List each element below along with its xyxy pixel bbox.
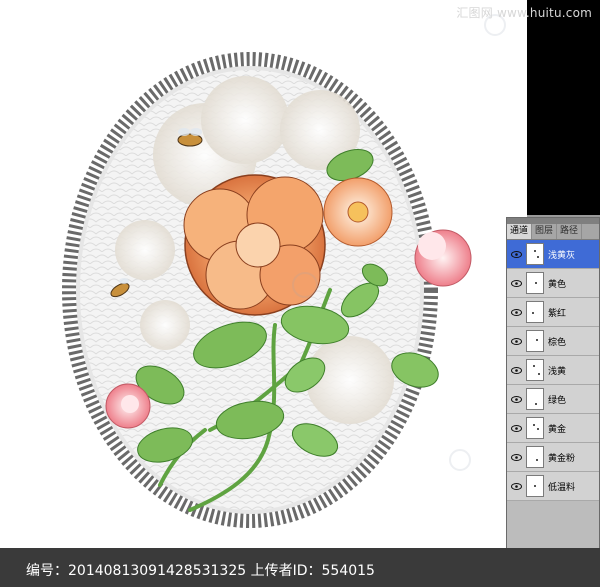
eye-icon[interactable] [510,451,523,463]
channel-row[interactable]: 浅黄灰 [507,240,599,269]
channel-label: 黄金粉 [548,453,576,464]
tab-layers[interactable]: 图层 [532,224,558,239]
eye-icon[interactable] [510,364,523,376]
channel-row[interactable]: 黄色 [507,269,599,298]
channel-label: 绿色 [548,395,567,406]
channel-thumbnail [526,417,544,439]
channel-label: 黄色 [548,279,567,290]
eye-icon[interactable] [510,248,523,260]
channel-label: 低温料 [548,482,576,493]
channel-label: 黄金 [548,424,567,435]
eye-icon[interactable] [510,422,523,434]
pink-flower-left-icon [105,383,151,429]
small-orange-flower-icon [323,177,393,247]
panel-tabs: 通道 图层 路径 [507,224,599,240]
channel-thumbnail [526,475,544,497]
channel-label: 浅黄 [548,366,567,377]
channel-row[interactable]: 棕色 [507,327,599,356]
channel-thumbnail [526,243,544,265]
channel-row[interactable]: 低温料 [507,472,599,501]
channel-row[interactable]: 紫红 [507,298,599,327]
channel-thumbnail [526,359,544,381]
channel-row[interactable]: 浅黄 [507,356,599,385]
eye-icon[interactable] [510,335,523,347]
eye-icon[interactable] [510,393,523,405]
channel-thumbnail [526,388,544,410]
status-text: 编号：20140813091428531325 上传者ID：554015 [26,563,375,579]
tab-paths[interactable]: 路径 [557,224,583,239]
channel-thumbnail [526,301,544,323]
channel-label: 浅黄灰 [548,250,576,261]
watermark-text: 汇图网 www.huitu.com [456,6,592,20]
editor-black-strip [527,0,600,215]
channels-panel[interactable]: 通道 图层 路径 浅黄灰 黄色 紫红 棕色 浅黄 绿色 黄金 黄金粉 低温料 [506,217,600,572]
channel-thumbnail [526,272,544,294]
tab-channels[interactable]: 通道 [507,224,533,239]
document-canvas[interactable] [0,0,527,548]
status-bar: 编号：20140813091428531325 上传者ID：554015 [0,548,600,587]
channel-thumbnail [526,446,544,468]
channel-thumbnail [526,330,544,352]
channel-row[interactable]: 黄金 [507,414,599,443]
channel-label: 棕色 [548,337,567,348]
channel-list: 浅黄灰 黄色 紫红 棕色 浅黄 绿色 黄金 黄金粉 低温料 [507,240,599,501]
pink-flower-right-icon [414,229,472,287]
channel-label: 紫红 [548,308,567,319]
peony-flower-icon [183,174,326,316]
eye-icon[interactable] [510,480,523,492]
eye-icon[interactable] [510,277,523,289]
channel-row[interactable]: 绿色 [507,385,599,414]
channel-row[interactable]: 黄金粉 [507,443,599,472]
eye-icon[interactable] [510,306,523,318]
artwork [62,14,506,528]
